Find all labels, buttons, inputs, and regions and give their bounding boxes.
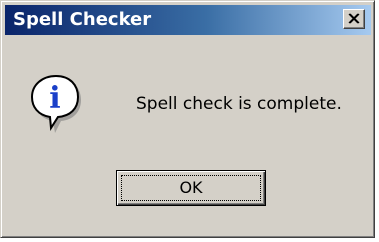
ok-button-label: OK	[179, 178, 203, 197]
ok-button[interactable]: OK	[116, 170, 266, 206]
close-x-icon	[348, 13, 360, 24]
spell-checker-dialog: Spell Checker i Spell check is complete.…	[0, 0, 375, 238]
information-icon-letter: i	[49, 81, 60, 116]
window-title: Spell Checker	[13, 9, 152, 30]
message-text: Spell check is complete.	[136, 94, 342, 114]
close-button[interactable]	[343, 9, 365, 29]
information-icon: i	[30, 74, 83, 137]
title-bar[interactable]: Spell Checker	[5, 5, 371, 35]
